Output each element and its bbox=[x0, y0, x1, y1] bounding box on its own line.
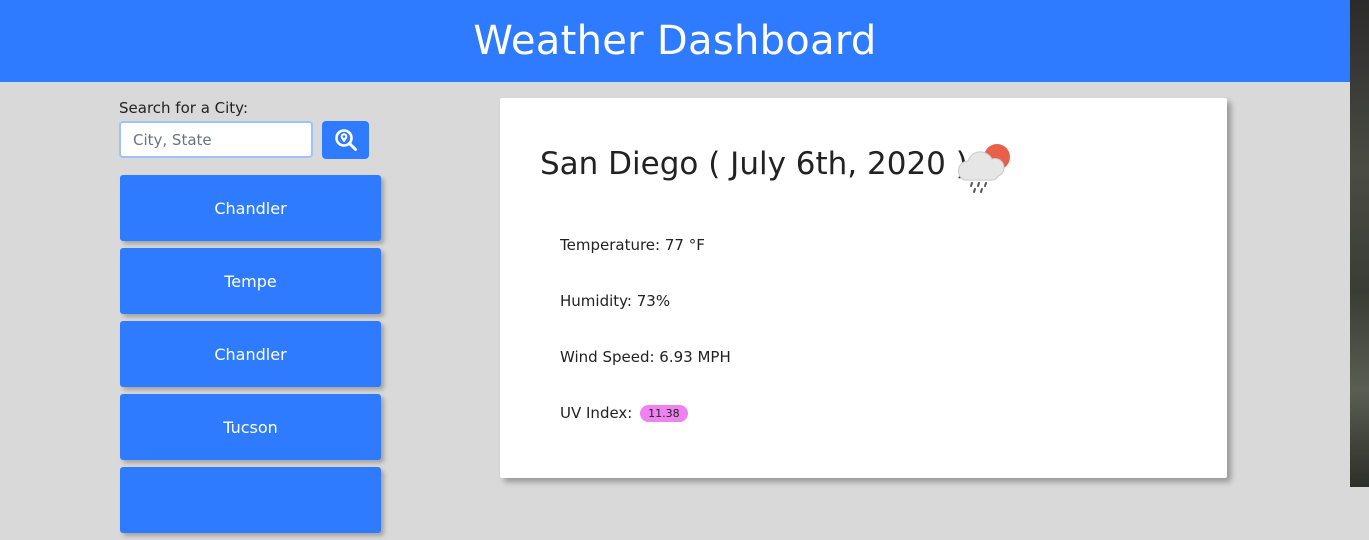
temperature-text: Temperature: 77 °F bbox=[560, 236, 705, 254]
wind-speed-text: Wind Speed: 6.93 MPH bbox=[560, 348, 731, 366]
search-button[interactable] bbox=[322, 121, 369, 159]
humidity-text: Humidity: 73% bbox=[560, 292, 671, 310]
background-image-strip bbox=[1350, 0, 1369, 487]
current-weather-card: San Diego ( July 6th, 2020 ) Temperature… bbox=[500, 98, 1227, 478]
history-city-button[interactable] bbox=[120, 467, 381, 533]
uv-index-row: UV Index: 11.38 bbox=[560, 404, 688, 422]
uv-index-label: UV Index: bbox=[560, 404, 633, 422]
search-label: Search for a City: bbox=[119, 99, 249, 117]
page-title: Weather Dashboard bbox=[473, 18, 877, 64]
history-city-button[interactable]: Chandler bbox=[120, 321, 381, 387]
uv-index-badge: 11.38 bbox=[640, 405, 688, 422]
city-date-title: San Diego ( July 6th, 2020 ) bbox=[540, 146, 968, 182]
search-location-icon bbox=[334, 129, 357, 151]
history-city-button[interactable]: Tucson bbox=[120, 394, 381, 460]
history-city-button[interactable]: Tempe bbox=[120, 248, 381, 314]
search-history-list: Chandler Tempe Chandler Tucson bbox=[120, 175, 381, 540]
city-search-input[interactable] bbox=[119, 121, 313, 158]
sun-cloud-rain-icon bbox=[957, 144, 1010, 193]
app-header: Weather Dashboard bbox=[0, 0, 1350, 82]
history-city-button[interactable]: Chandler bbox=[120, 175, 381, 241]
